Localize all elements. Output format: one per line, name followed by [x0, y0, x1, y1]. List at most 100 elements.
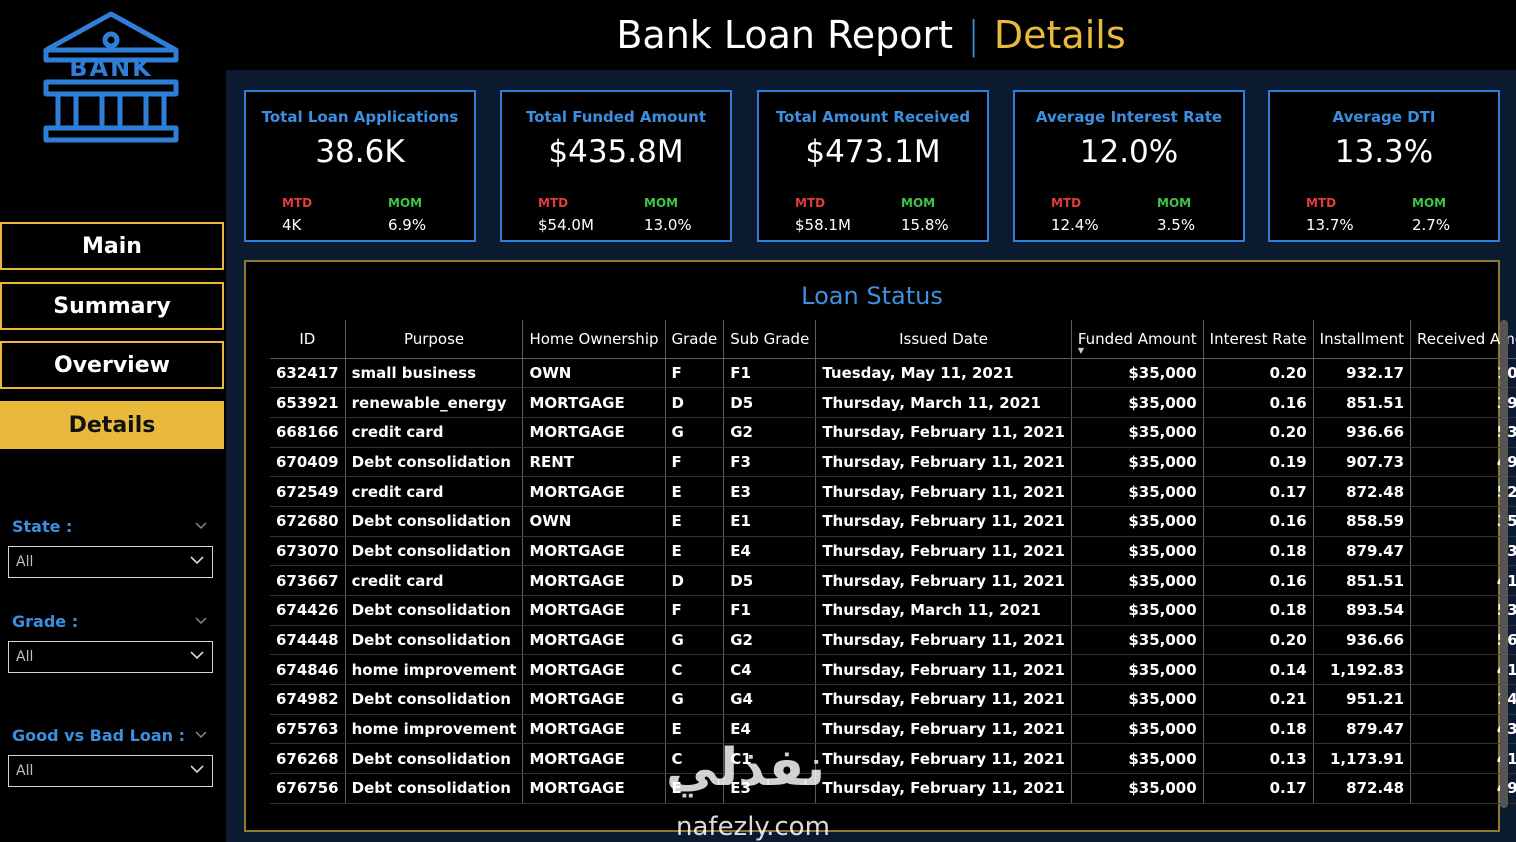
- table-cell: Thursday, February 11, 2021: [815, 714, 1072, 745]
- table-row[interactable]: 674982 Debt consolidation MORTGAGE G G4 Thurs…: [270, 684, 1516, 715]
- column-header[interactable]: Interest Rate: [1203, 320, 1314, 359]
- table-cell: $35,000: [1071, 476, 1204, 507]
- kpi-value: $435.8M: [548, 134, 684, 170]
- column-header[interactable]: Funded Amount ▼: [1071, 320, 1204, 359]
- table-cell: OWN: [522, 358, 666, 389]
- kpi-mtd-label: MTD: [1051, 196, 1082, 210]
- kpi-card: Total Funded Amount $435.8M MTD MOM $54.0M 13…: [500, 90, 732, 242]
- column-header[interactable]: ID: [270, 320, 346, 359]
- page-title: Details: [993, 13, 1126, 57]
- table-row[interactable]: 674846 home improvement MORTGAGE C C4 Thursda…: [270, 654, 1516, 686]
- table-cell: Debt consolidation: [345, 773, 524, 804]
- table-cell: 851.51: [1313, 565, 1412, 596]
- table-cell: F: [665, 447, 725, 478]
- kpi-value: 12.0%: [1079, 134, 1179, 170]
- table-row[interactable]: 675763 home improvement MORTGAGE E E4 Thursda…: [270, 714, 1516, 745]
- table-row[interactable]: 670409 Debt consolidation RENT F F3 Thursday,…: [270, 447, 1516, 478]
- table-scrollbar[interactable]: [1500, 320, 1508, 808]
- grade-filter-dropdown[interactable]: All: [8, 641, 213, 673]
- table-row[interactable]: 674426 Debt consolidation MORTGAGE F F1 Thurs…: [270, 595, 1516, 626]
- column-header[interactable]: Purpose: [345, 320, 524, 359]
- column-header[interactable]: Installment: [1313, 320, 1412, 359]
- table-row[interactable]: 632417 small business OWN F F1 Tuesday, May 1…: [270, 358, 1516, 389]
- table-cell: 672549: [270, 476, 346, 507]
- table-cell: MORTGAGE: [522, 684, 666, 715]
- table-row[interactable]: 676756 Debt consolidation MORTGAGE E E3 Thurs…: [270, 773, 1516, 804]
- table-cell: E: [665, 506, 725, 537]
- table-cell: 676756: [270, 773, 346, 804]
- column-header[interactable]: Home Ownership: [522, 320, 666, 359]
- state-filter-dropdown[interactable]: All: [8, 546, 213, 578]
- chevron-down-icon[interactable]: [194, 727, 208, 741]
- table-cell: 673070: [270, 536, 346, 567]
- table-cell: 1,192.83: [1313, 654, 1412, 686]
- table-cell: 672680: [270, 506, 346, 537]
- column-header-label: Funded Amount: [1077, 329, 1197, 348]
- table-cell: F: [665, 595, 725, 626]
- table-cell: Thursday, February 11, 2021: [815, 565, 1072, 596]
- dropdown-chevron-icon: [190, 765, 204, 774]
- kpi-title: Average Interest Rate: [1035, 108, 1223, 126]
- table-row[interactable]: 672549 credit card MORTGAGE E E3 Thursday, Fe…: [270, 476, 1516, 507]
- table-cell: MORTGAGE: [522, 625, 666, 656]
- table-cell: $35,000: [1071, 714, 1204, 745]
- table-cell: 674426: [270, 595, 346, 626]
- nav-details-button[interactable]: Details: [0, 401, 224, 449]
- table-cell: F3: [723, 447, 817, 478]
- table-cell: 951.21: [1313, 684, 1412, 715]
- table-cell: 0.13: [1203, 743, 1314, 775]
- table-cell: Thursday, February 11, 2021: [815, 447, 1072, 478]
- kpi-mom-label: MOM: [1157, 196, 1192, 210]
- table-cell: 675763: [270, 714, 346, 745]
- table-cell: 673667: [270, 565, 346, 596]
- table-row[interactable]: 674448 Debt consolidation MORTGAGE G G2 Thurs…: [270, 625, 1516, 656]
- table-cell: G2: [723, 417, 817, 448]
- kpi-mom-value: 6.9%: [388, 216, 427, 234]
- nav-summary-button[interactable]: Summary: [0, 282, 224, 330]
- table-cell: 907.73: [1313, 447, 1412, 478]
- table-cell: 0.17: [1203, 476, 1314, 507]
- column-header-label: Home Ownership: [529, 329, 659, 348]
- table-cell: 858.59: [1313, 506, 1412, 537]
- column-header[interactable]: Sub Grade: [723, 320, 817, 359]
- column-header[interactable]: Grade: [665, 320, 725, 359]
- nav-overview-button[interactable]: Overview: [0, 341, 224, 389]
- main-panel: Total Loan Applications 38.6K MTD MOM 4K 6.9%…: [226, 70, 1516, 842]
- kpi-mtd-value: $58.1M: [795, 216, 851, 234]
- watermark-arabic: نفذلي: [666, 738, 827, 798]
- column-header-label: Interest Rate: [1209, 329, 1307, 348]
- kpi-mtd-value: 13.7%: [1306, 216, 1354, 234]
- table-row[interactable]: 676268 Debt consolidation MORTGAGE C C1 Thurs…: [270, 743, 1516, 775]
- table-cell: $35,000: [1071, 773, 1204, 804]
- dropdown-chevron-icon: [190, 556, 204, 565]
- table-cell: Thursday, March 11, 2021: [815, 595, 1072, 626]
- table-row[interactable]: 668166 credit card MORTGAGE G G2 Thursday, Fe…: [270, 417, 1516, 448]
- table-cell: Thursday, February 11, 2021: [815, 506, 1072, 537]
- table-cell: 932.17: [1313, 358, 1412, 389]
- table-cell: $35,000: [1071, 684, 1204, 715]
- table-cell: credit card: [345, 476, 524, 507]
- kpi-title: Total Amount Received: [775, 108, 971, 126]
- table-cell: Thursday, February 11, 2021: [815, 625, 1072, 656]
- loan-quality-filter-label: Good vs Bad Loan :: [12, 726, 186, 745]
- table-cell: 879.47: [1313, 536, 1412, 567]
- table-cell: $35,000: [1071, 387, 1204, 418]
- nav-main-button[interactable]: Main: [0, 222, 224, 270]
- column-header-label: Grade: [671, 329, 718, 348]
- loan-quality-filter-dropdown[interactable]: All: [8, 755, 213, 787]
- column-header[interactable]: Issued Date: [815, 320, 1072, 359]
- table-cell: 676268: [270, 743, 346, 775]
- table-cell: F1: [723, 595, 817, 626]
- column-header-label: Installment: [1319, 329, 1405, 348]
- sort-descending-icon[interactable]: ▼: [1078, 346, 1084, 355]
- table-cell: $35,000: [1071, 358, 1204, 389]
- table-row[interactable]: 653921 renewable_energy MORTGAGE D D5 Thursda…: [270, 387, 1516, 418]
- chevron-down-icon[interactable]: [194, 518, 208, 532]
- table-cell: 936.66: [1313, 417, 1412, 448]
- table-row[interactable]: 672680 Debt consolidation OWN E E1 Thursday, …: [270, 506, 1516, 537]
- table-cell: MORTGAGE: [522, 595, 666, 626]
- table-row[interactable]: 673070 Debt consolidation MORTGAGE E E4 Thurs…: [270, 536, 1516, 567]
- table-cell: 674448: [270, 625, 346, 656]
- table-row[interactable]: 673667 credit card MORTGAGE D D5 Thursday, Fe…: [270, 565, 1516, 596]
- chevron-down-icon[interactable]: [194, 613, 208, 627]
